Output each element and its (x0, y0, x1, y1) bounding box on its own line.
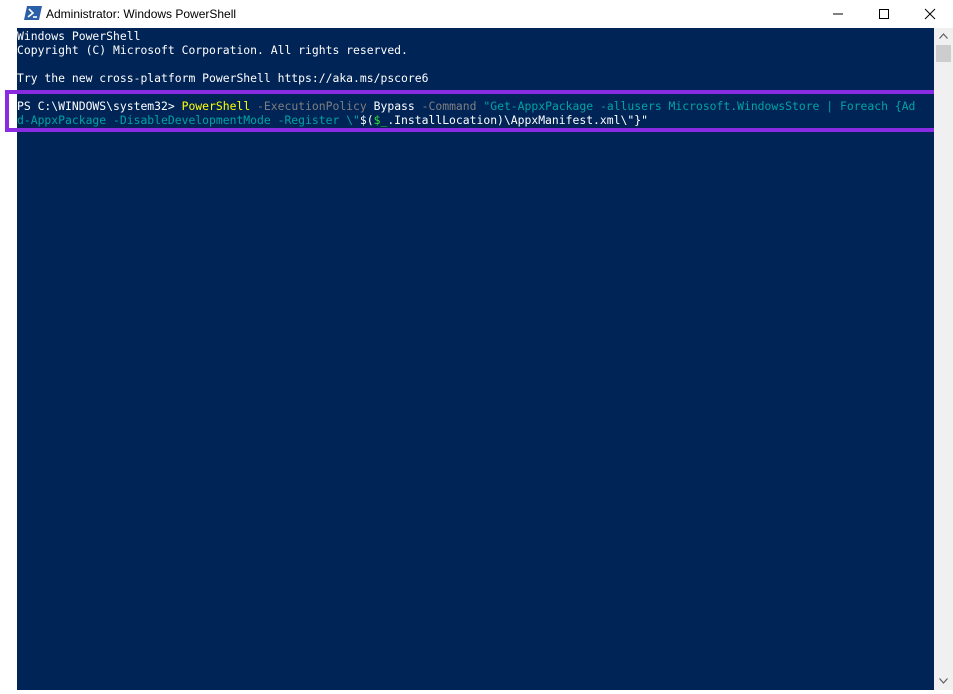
maximize-icon (879, 9, 889, 19)
powershell-icon (24, 5, 42, 21)
string-token: "Get-AppxPackage -allusers Microsoft.Win… (483, 99, 916, 113)
minimize-icon (833, 13, 843, 15)
string-token: d-AppxPackage -DisableDevelopmentMode -R… (17, 113, 360, 127)
command-line-2: d-AppxPackage -DisableDevelopmentMode -R… (17, 113, 648, 127)
argument-token: Bypass (373, 99, 415, 113)
scroll-up-button[interactable] (934, 28, 953, 45)
powershell-window: Administrator: Windows PowerShell Window… (0, 0, 953, 694)
console-area[interactable]: Windows PowerShell Copyright (C) Microso… (17, 28, 934, 690)
parameter-token: -ExecutionPolicy (257, 99, 367, 113)
banner-title-line: Windows PowerShell (17, 29, 141, 43)
scroll-thumb[interactable] (936, 45, 951, 62)
prompt: PS C:\WINDOWS\system32> (17, 99, 182, 113)
subexpression-token: .InstallLocation)\AppxManifest.xml\"}" (387, 113, 648, 127)
close-icon (924, 8, 936, 20)
vertical-scrollbar[interactable] (934, 28, 953, 690)
scroll-down-button[interactable] (934, 673, 953, 690)
chevron-up-icon (939, 33, 948, 39)
window-bottom-edge (0, 690, 953, 694)
subexpression-token: $( (359, 113, 374, 127)
banner-pscore-line: Try the new cross-platform PowerShell ht… (17, 71, 429, 85)
command-token: PowerShell (181, 99, 251, 113)
window-title: Administrator: Windows PowerShell (46, 7, 237, 21)
close-button[interactable] (907, 0, 953, 28)
title-bar[interactable]: Administrator: Windows PowerShell (0, 0, 953, 28)
maximize-button[interactable] (861, 0, 907, 28)
variable-token: $_ (373, 113, 388, 127)
minimize-button[interactable] (815, 0, 861, 28)
command-line-1: PS C:\WINDOWS\system32> PowerShell -Exec… (17, 99, 915, 113)
parameter-token: -Command (421, 99, 477, 113)
banner-copyright-line: Copyright (C) Microsoft Corporation. All… (17, 43, 408, 57)
chevron-down-icon (939, 678, 948, 684)
